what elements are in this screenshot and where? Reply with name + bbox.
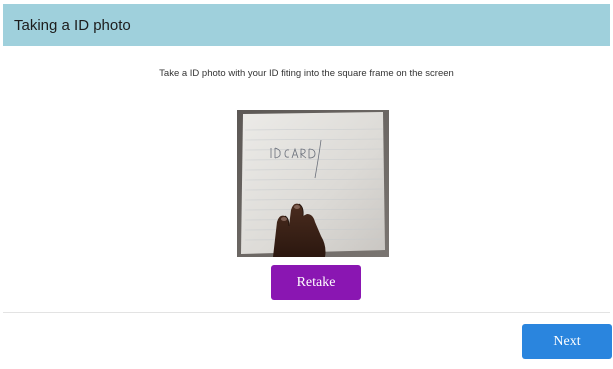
captured-id-photo (237, 110, 389, 257)
page-title: Taking a ID photo (14, 16, 131, 34)
photo-preview-image (237, 110, 389, 257)
next-button[interactable]: Next (522, 324, 612, 359)
retake-button[interactable]: Retake (271, 265, 361, 300)
footer-divider (3, 312, 610, 313)
instruction-text: Take a ID photo with your ID fiting into… (159, 68, 454, 79)
page-header: Taking a ID photo (3, 4, 610, 46)
id-photo-page: Taking a ID photo Take a ID photo with y… (0, 0, 613, 369)
